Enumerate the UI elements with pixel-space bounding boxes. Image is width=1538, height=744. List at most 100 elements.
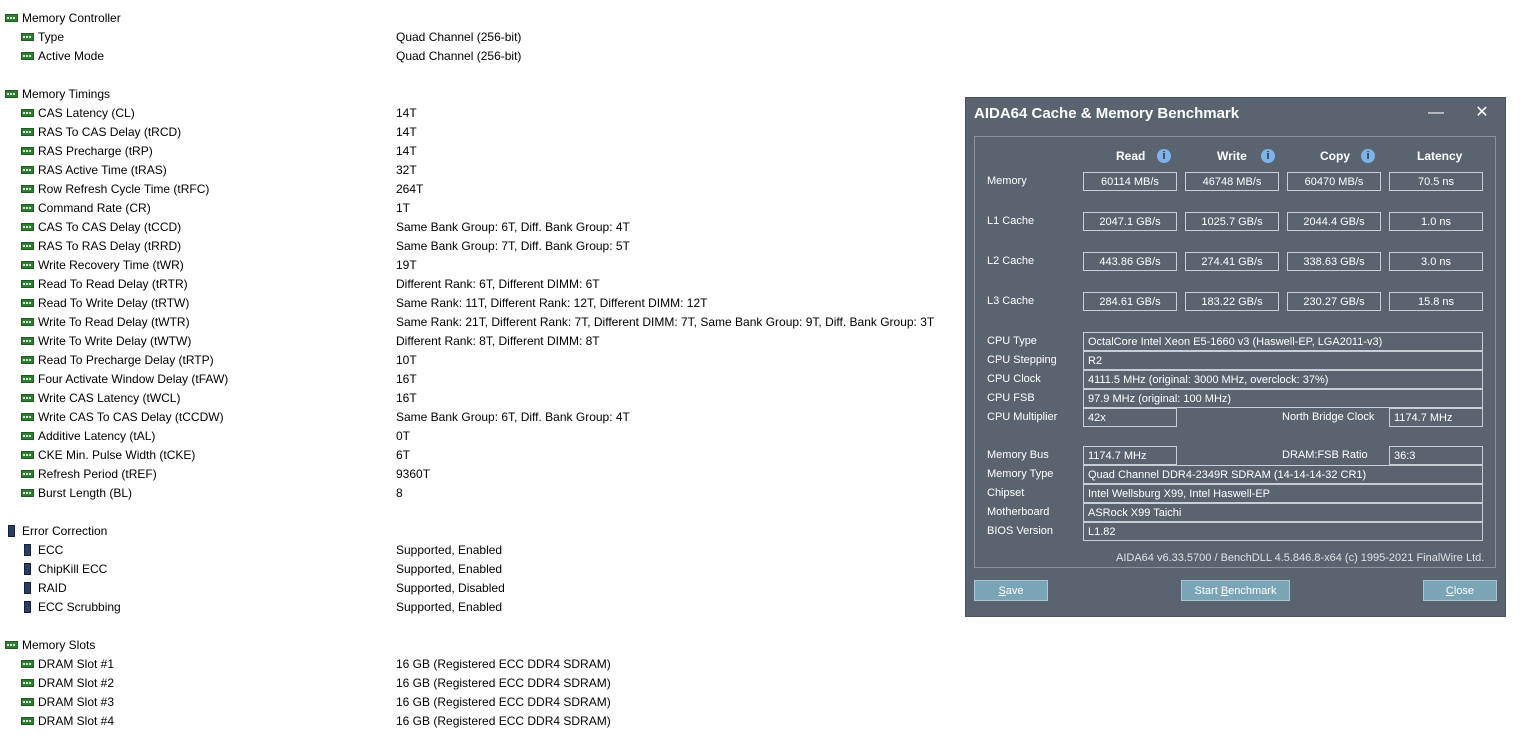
cpu-type-label: CPU Type — [987, 335, 1037, 347]
start-benchmark-button[interactable]: Start Benchmark — [1181, 580, 1290, 601]
aida64-benchmark-window: AIDA64 Cache & Memory Benchmark — ✕ Read… — [966, 98, 1505, 616]
property-row[interactable]: DRAM Slot #2 16 GB (Registered ECC DDR4 S… — [0, 674, 960, 693]
start-pre: Start — [1194, 585, 1221, 597]
property-row[interactable]: RAS To CAS Delay (tRCD) 14T — [0, 123, 960, 142]
bench-read-value: 2047.1 GB/s — [1083, 212, 1177, 231]
write-info-icon[interactable]: i — [1261, 149, 1275, 163]
property-row[interactable]: CAS Latency (CL) 14T — [0, 104, 960, 123]
memory-module-icon — [21, 261, 34, 269]
property-row[interactable]: Read To Precharge Delay (tRTP) 10T — [0, 351, 960, 370]
property-row[interactable]: ECC Supported, Enabled — [0, 541, 960, 560]
bench-write-value: 46748 MB/s — [1185, 172, 1279, 191]
property-row[interactable]: ECC Scrubbing Supported, Enabled — [0, 598, 960, 617]
memory-module-icon — [21, 299, 34, 307]
read-info-icon[interactable]: i — [1157, 149, 1171, 163]
save-button[interactable]: Save — [974, 580, 1048, 601]
memory-module-icon — [21, 660, 34, 668]
property-row[interactable]: Write CAS Latency (tWCL) 16T — [0, 389, 960, 408]
property-label: ECC — [38, 543, 64, 557]
group-error-correction[interactable]: Error Correction — [0, 522, 960, 541]
property-row[interactable]: Write CAS To CAS Delay (tCCDW) Same Bank … — [0, 408, 960, 427]
group-title: Memory Controller — [22, 11, 121, 25]
property-label: DRAM Slot #2 — [38, 676, 115, 690]
group-title: Memory Slots — [22, 638, 96, 652]
bench-row-label: Memory — [987, 175, 1027, 187]
save-accel: S — [998, 585, 1006, 597]
memory-module-icon — [21, 698, 34, 706]
property-row[interactable]: Read To Read Delay (tRTR) Different Rank:… — [0, 275, 960, 294]
cpu-clock-value: 4111.5 MHz (original: 3000 MHz, overcloc… — [1083, 370, 1483, 389]
property-row[interactable]: RAS Active Time (tRAS) 32T — [0, 161, 960, 180]
property-row[interactable]: Type Quad Channel (256-bit) — [0, 28, 960, 47]
copy-info-icon[interactable]: i — [1361, 149, 1375, 163]
property-label: CAS To CAS Delay (tCCD) — [38, 220, 182, 234]
property-label: Command Rate (CR) — [38, 201, 151, 215]
window-title: AIDA64 Cache & Memory Benchmark — [974, 105, 1240, 122]
property-row[interactable]: Refresh Period (tREF) 9360T — [0, 465, 960, 484]
property-value: 6T — [396, 448, 411, 462]
property-label: Active Mode — [38, 49, 105, 63]
property-row[interactable]: Active Mode Quad Channel (256-bit) — [0, 47, 960, 66]
property-value: 16 GB (Registered ECC DDR4 SDRAM) — [396, 695, 611, 709]
chipset-label: Chipset — [987, 487, 1025, 499]
memory-module-icon — [21, 185, 34, 193]
property-row[interactable]: Read To Write Delay (tRTW) Same Rank: 11T… — [0, 294, 960, 313]
memory-module-icon — [21, 394, 34, 402]
property-value: 14T — [396, 144, 417, 158]
bench-copy-value: 230.27 GB/s — [1287, 292, 1381, 311]
ecc-chip-icon — [8, 525, 15, 537]
motherboard-value: ASRock X99 Taichi — [1083, 503, 1483, 522]
property-value: 264T — [396, 182, 424, 196]
property-row[interactable]: Burst Length (BL) 8 — [0, 484, 960, 503]
property-label: Read To Read Delay (tRTR) — [38, 277, 188, 291]
group-memory-controller[interactable]: Memory Controller — [0, 9, 960, 28]
property-value: 16 GB (Registered ECC DDR4 SDRAM) — [396, 657, 611, 671]
property-row[interactable]: RAID Supported, Disabled — [0, 579, 960, 598]
property-value: 14T — [396, 125, 417, 139]
property-row[interactable]: Write Recovery Time (tWR) 19T — [0, 256, 960, 275]
memory-bus-label: Memory Bus — [987, 449, 1049, 461]
minimize-button[interactable]: — — [1421, 102, 1451, 124]
close-button[interactable]: Close — [1423, 580, 1497, 601]
property-label: Read To Write Delay (tRTW) — [38, 296, 190, 310]
property-row[interactable]: CAS To CAS Delay (tCCD) Same Bank Group: … — [0, 218, 960, 237]
memory-module-icon — [21, 52, 34, 60]
property-row[interactable]: Command Rate (CR) 1T — [0, 199, 960, 218]
property-value: 16 GB (Registered ECC DDR4 SDRAM) — [396, 676, 611, 690]
property-label: RAS To RAS Delay (tRRD) — [38, 239, 182, 253]
property-row[interactable]: Additive Latency (tAL) 0T — [0, 427, 960, 446]
memory-type-label: Memory Type — [987, 468, 1054, 480]
property-row[interactable]: DRAM Slot #4 16 GB (Registered ECC DDR4 S… — [0, 712, 960, 731]
bench-latency-value: 3.0 ns — [1389, 252, 1483, 271]
property-row[interactable]: Write To Write Delay (tWTW) Different Ran… — [0, 332, 960, 351]
property-label: Read To Precharge Delay (tRTP) — [38, 353, 214, 367]
property-row[interactable]: Write To Read Delay (tWTR) Same Rank: 21T… — [0, 313, 960, 332]
property-value: Same Rank: 11T, Different Rank: 12T, Dif… — [396, 296, 708, 310]
bench-write-value: 183.22 GB/s — [1185, 292, 1279, 311]
property-value: Quad Channel (256-bit) — [396, 49, 522, 63]
start-rest: enchmark — [1228, 585, 1277, 597]
group-title: Memory Timings — [22, 87, 111, 101]
property-value: 9360T — [396, 467, 431, 481]
group-memory-timings[interactable]: Memory Timings — [0, 85, 960, 104]
memory-module-icon — [21, 223, 34, 231]
cpu-type-value: OctalCore Intel Xeon E5-1660 v3 (Haswell… — [1083, 332, 1483, 351]
property-row[interactable]: DRAM Slot #1 16 GB (Registered ECC DDR4 S… — [0, 655, 960, 674]
bios-label: BIOS Version — [987, 525, 1054, 537]
bench-latency-value: 15.8 ns — [1389, 292, 1483, 311]
header-latency: Latency — [1417, 149, 1463, 163]
property-row[interactable]: CKE Min. Pulse Width (tCKE) 6T — [0, 446, 960, 465]
property-label: Refresh Period (tREF) — [38, 467, 157, 481]
property-row[interactable]: RAS Precharge (tRP) 14T — [0, 142, 960, 161]
property-label: Additive Latency (tAL) — [38, 429, 156, 443]
property-row[interactable]: Four Activate Window Delay (tFAW) 16T — [0, 370, 960, 389]
property-row[interactable]: RAS To RAS Delay (tRRD) Same Bank Group: … — [0, 237, 960, 256]
chipset-value: Intel Wellsburg X99, Intel Haswell-EP — [1083, 484, 1483, 503]
property-row[interactable]: Row Refresh Cycle Time (tRFC) 264T — [0, 180, 960, 199]
property-row[interactable]: DRAM Slot #3 16 GB (Registered ECC DDR4 S… — [0, 693, 960, 712]
group-memory-slots[interactable]: Memory Slots — [0, 636, 960, 655]
cpu-fsb-label: CPU FSB — [987, 392, 1035, 404]
close-window-button[interactable]: ✕ — [1467, 102, 1497, 124]
property-row[interactable]: ChipKill ECC Supported, Enabled — [0, 560, 960, 579]
